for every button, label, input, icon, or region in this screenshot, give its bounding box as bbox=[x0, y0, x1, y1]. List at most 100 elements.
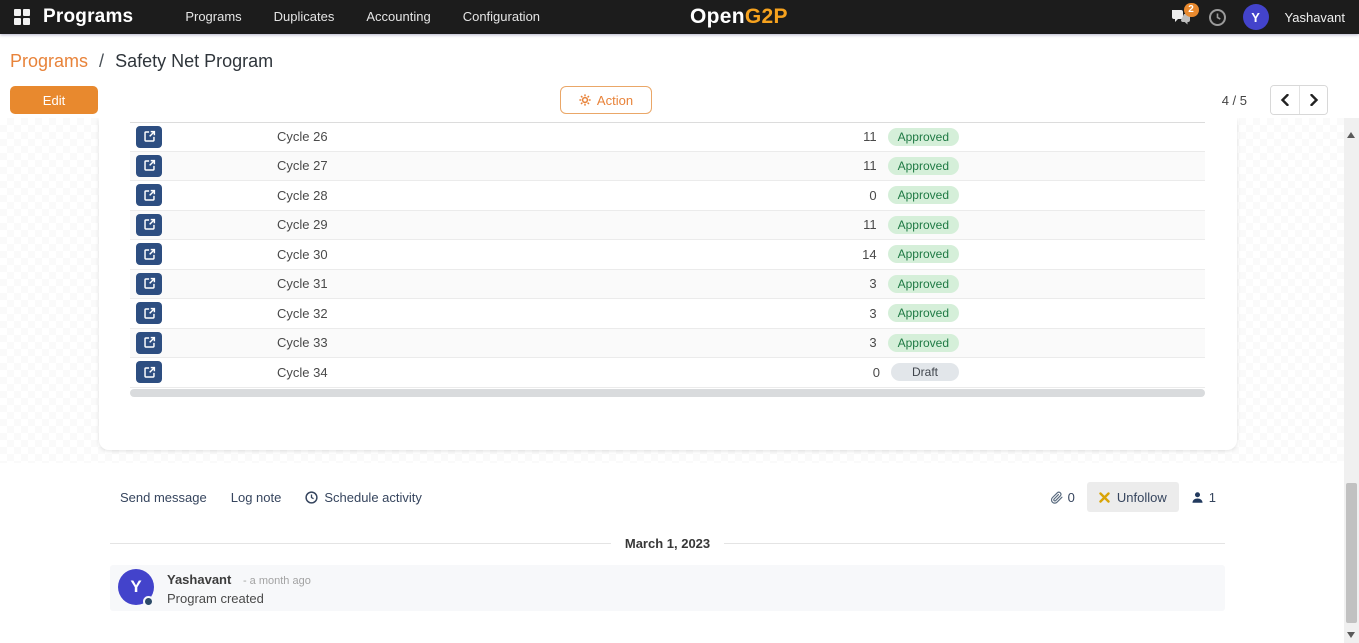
status-badge: Approved bbox=[888, 216, 959, 234]
external-link-icon bbox=[143, 307, 156, 320]
messages-count-badge: 2 bbox=[1184, 3, 1199, 17]
scroll-up-arrow-icon[interactable] bbox=[1347, 132, 1355, 138]
open-cycle-button[interactable] bbox=[136, 332, 162, 354]
clock-icon bbox=[305, 491, 318, 504]
chatter: Send message Log note Schedule activity … bbox=[0, 463, 1344, 643]
cycle-name: Cycle 33 bbox=[277, 335, 328, 350]
cycle-row[interactable]: Cycle 27 11 Approved bbox=[130, 152, 1205, 182]
pager-previous-button[interactable] bbox=[1271, 86, 1299, 114]
action-button[interactable]: Action bbox=[560, 86, 652, 114]
status-badge: Approved bbox=[888, 304, 959, 322]
edit-button[interactable]: Edit bbox=[10, 86, 98, 114]
cycle-name: Cycle 27 bbox=[277, 158, 328, 173]
scrollbar-thumb[interactable] bbox=[1346, 483, 1357, 623]
horizontal-scrollbar[interactable] bbox=[130, 389, 1205, 397]
cycles-table: Cycle 26 11 Approved Cycle 27 11 Approve… bbox=[130, 122, 1205, 388]
cycle-count: 11 bbox=[817, 217, 877, 232]
external-link-icon bbox=[143, 248, 156, 261]
cycle-row[interactable]: Cycle 26 11 Approved bbox=[130, 122, 1205, 152]
cycle-count: 3 bbox=[817, 335, 877, 350]
log-note-button[interactable]: Log note bbox=[231, 490, 282, 505]
pager-counter: 4 / 5 bbox=[1222, 93, 1247, 108]
status-badge: Draft bbox=[891, 363, 959, 381]
message-item[interactable]: Y Yashavant - a month ago Program create… bbox=[110, 565, 1225, 611]
control-panel: Programs / Safety Net Program Edit Actio… bbox=[0, 34, 1344, 118]
date-separator-label: March 1, 2023 bbox=[625, 536, 710, 551]
cycle-row[interactable]: Cycle 30 14 Approved bbox=[130, 240, 1205, 270]
gear-icon bbox=[579, 94, 591, 106]
messages-icon[interactable]: 2 bbox=[1170, 7, 1192, 27]
cycle-count: 0 bbox=[820, 365, 880, 380]
user-name[interactable]: Yashavant bbox=[1285, 10, 1345, 25]
menu-item-programs[interactable]: Programs bbox=[169, 0, 257, 34]
pager-nav bbox=[1270, 85, 1328, 115]
status-badge: Approved bbox=[888, 334, 959, 352]
pager-next-button[interactable] bbox=[1299, 86, 1327, 114]
cycle-row[interactable]: Cycle 29 11 Approved bbox=[130, 211, 1205, 241]
status-badge: Approved bbox=[888, 128, 959, 146]
message-body: Program created bbox=[167, 591, 264, 606]
breadcrumb: Programs / Safety Net Program bbox=[10, 51, 273, 72]
chatter-toolbar: Send message Log note Schedule activity … bbox=[120, 482, 1216, 512]
attachment-count: 0 bbox=[1068, 490, 1075, 505]
top-navbar: Programs Programs Duplicates Accounting … bbox=[0, 0, 1359, 34]
message-author[interactable]: Yashavant bbox=[167, 572, 231, 587]
message-timestamp: - a month ago bbox=[243, 575, 311, 587]
cycle-row[interactable]: Cycle 31 3 Approved bbox=[130, 270, 1205, 300]
person-icon bbox=[1191, 491, 1204, 504]
open-cycle-button[interactable] bbox=[136, 155, 162, 177]
cycle-count: 11 bbox=[817, 158, 877, 173]
date-separator: March 1, 2023 bbox=[110, 536, 1225, 551]
logo-g2p-text: G2P bbox=[745, 5, 788, 28]
chevron-left-icon bbox=[1280, 94, 1290, 106]
apps-grid-icon[interactable] bbox=[14, 9, 30, 25]
message-header: Yashavant - a month ago bbox=[167, 572, 311, 587]
open-cycle-button[interactable] bbox=[136, 302, 162, 324]
chevron-right-icon bbox=[1309, 94, 1319, 106]
followers-button[interactable]: 1 bbox=[1191, 490, 1216, 505]
follower-count: 1 bbox=[1209, 490, 1216, 505]
user-avatar[interactable]: Y bbox=[1243, 4, 1269, 30]
open-cycle-button[interactable] bbox=[136, 273, 162, 295]
unfollow-label: Unfollow bbox=[1117, 490, 1167, 505]
cycle-row[interactable]: Cycle 32 3 Approved bbox=[130, 299, 1205, 329]
attachments-button[interactable]: 0 bbox=[1050, 490, 1075, 505]
cycle-count: 11 bbox=[817, 129, 877, 144]
status-badge: Approved bbox=[888, 186, 959, 204]
activities-clock-icon[interactable] bbox=[1208, 8, 1227, 27]
external-link-icon bbox=[143, 218, 156, 231]
page: Programs Programs Duplicates Accounting … bbox=[0, 0, 1359, 643]
status-badge: Approved bbox=[888, 245, 959, 263]
cycle-row[interactable]: Cycle 28 0 Approved bbox=[130, 181, 1205, 211]
send-message-button[interactable]: Send message bbox=[120, 490, 207, 505]
status-badge: Approved bbox=[888, 275, 959, 293]
open-cycle-button[interactable] bbox=[136, 361, 162, 383]
external-link-icon bbox=[143, 130, 156, 143]
cycle-name: Cycle 26 bbox=[277, 129, 328, 144]
menu-item-duplicates[interactable]: Duplicates bbox=[258, 0, 351, 34]
open-cycle-button[interactable] bbox=[136, 184, 162, 206]
cycle-name: Cycle 34 bbox=[277, 365, 328, 380]
app-name[interactable]: Programs bbox=[43, 6, 133, 28]
external-link-icon bbox=[143, 366, 156, 379]
open-cycle-button[interactable] bbox=[136, 126, 162, 148]
scroll-down-arrow-icon[interactable] bbox=[1347, 632, 1355, 638]
schedule-activity-button[interactable]: Schedule activity bbox=[305, 490, 422, 505]
unfollow-button[interactable]: Unfollow bbox=[1087, 482, 1179, 512]
cycle-name: Cycle 30 bbox=[277, 247, 328, 262]
x-icon bbox=[1099, 492, 1110, 503]
cycle-count: 3 bbox=[817, 306, 877, 321]
cycle-name: Cycle 28 bbox=[277, 188, 328, 203]
cycle-row[interactable]: Cycle 33 3 Approved bbox=[130, 329, 1205, 359]
menu-item-configuration[interactable]: Configuration bbox=[447, 0, 556, 34]
vertical-scrollbar[interactable] bbox=[1344, 118, 1359, 643]
open-cycle-button[interactable] bbox=[136, 243, 162, 265]
external-link-icon bbox=[143, 336, 156, 349]
breadcrumb-programs-link[interactable]: Programs bbox=[10, 51, 88, 71]
external-link-icon bbox=[143, 189, 156, 202]
menu-item-accounting[interactable]: Accounting bbox=[350, 0, 446, 34]
cycle-count: 14 bbox=[817, 247, 877, 262]
cycle-row[interactable]: Cycle 34 0 Draft bbox=[130, 358, 1205, 388]
open-cycle-button[interactable] bbox=[136, 214, 162, 236]
cycle-count: 0 bbox=[817, 188, 877, 203]
